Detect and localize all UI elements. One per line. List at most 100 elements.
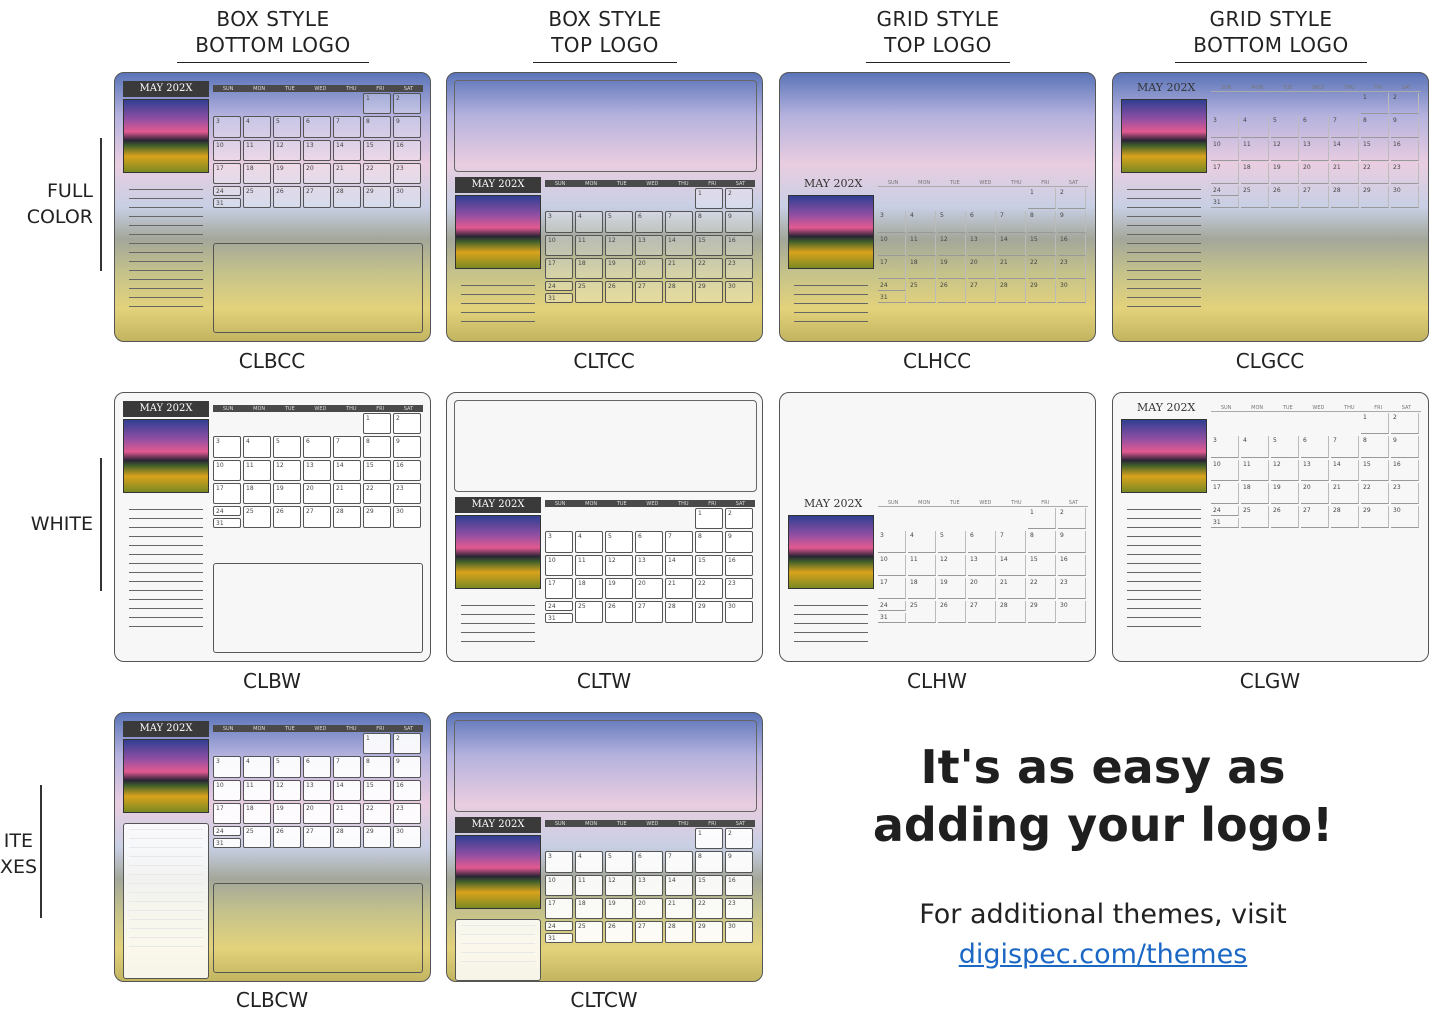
product-code-clgw: CLGW xyxy=(1239,669,1301,693)
calendar-card-clbw: MAY 202X SUN MON TUE WED THU FRI SAT 1 2 3 4 5 6 7 8 9 10… xyxy=(114,392,431,662)
weekday-label: MON xyxy=(253,85,266,92)
date-cell: 31 xyxy=(213,198,241,208)
date-cell: 22 xyxy=(1028,578,1056,600)
date-cell: 12 xyxy=(605,874,633,896)
date-cell: 2 xyxy=(1391,413,1419,435)
date-cell: 19 xyxy=(273,163,301,185)
date-cell: 22 xyxy=(695,258,723,280)
date-cell: 4 xyxy=(575,211,603,233)
note-lines xyxy=(1127,509,1201,635)
date-cell: 6 xyxy=(303,436,331,458)
note-line xyxy=(794,321,868,322)
date-cell: 2 xyxy=(1058,508,1086,530)
date-cell: 18 xyxy=(575,258,603,280)
date-cell: 11 xyxy=(243,459,271,481)
date-cell: 7 xyxy=(1331,116,1359,138)
date-cell: 23 xyxy=(1058,578,1086,600)
date-cell: 9 xyxy=(393,756,421,778)
row-rule-white-boxes xyxy=(40,785,42,918)
weekday-label: WED xyxy=(1312,405,1325,411)
date-cell: 15 xyxy=(363,139,391,161)
date-cell: 5 xyxy=(938,531,966,553)
note-lines xyxy=(129,509,203,635)
date-cell: 3 xyxy=(545,851,573,873)
note-line xyxy=(129,545,203,546)
date-cell: 25 xyxy=(575,921,603,943)
weekday-label: MON xyxy=(918,500,931,506)
date-cell: 13 xyxy=(968,234,996,256)
date-cell: 30 xyxy=(1391,506,1419,528)
weekday-label: WED xyxy=(979,180,992,186)
date-cell: 13 xyxy=(303,139,331,161)
weekday-label: TUE xyxy=(616,820,627,827)
date-cell: 10 xyxy=(1211,459,1239,481)
note-line xyxy=(461,294,535,295)
note-lines xyxy=(461,605,535,650)
weekday-label: THU xyxy=(346,725,357,732)
date-cell: 26 xyxy=(938,281,966,303)
date-cell: 8 xyxy=(363,436,391,458)
weekday-label: SAT xyxy=(1401,85,1412,91)
date-cell: 23 xyxy=(725,898,753,920)
note-line xyxy=(129,599,203,600)
date-cell: 25 xyxy=(243,506,271,528)
date-cell: 1 xyxy=(695,828,723,850)
weekday-label: FRI xyxy=(708,820,717,827)
date-cell: 4 xyxy=(575,851,603,873)
note-line xyxy=(129,306,203,307)
date-cell: 27 xyxy=(635,921,663,943)
date-cell: 16 xyxy=(393,779,421,801)
date-cell: 27 xyxy=(303,186,331,208)
date-cell: 21 xyxy=(998,258,1026,280)
date-cell: 3 xyxy=(213,436,241,458)
date-cell: 1 xyxy=(1028,508,1056,530)
weekday-label: TUE xyxy=(1282,85,1293,91)
weekday-label: WED xyxy=(314,725,327,732)
weekday-label: THU xyxy=(346,85,357,92)
date-cell: 13 xyxy=(303,459,331,481)
weekday-label: MON xyxy=(585,500,598,507)
note-lines xyxy=(794,285,868,330)
date-cell: 2 xyxy=(725,188,753,210)
note-line xyxy=(1127,198,1201,199)
note-line xyxy=(1127,527,1201,528)
date-cell: 24 xyxy=(213,186,241,196)
date-cell: 2 xyxy=(393,93,421,115)
date-cell: 29 xyxy=(363,826,391,848)
note-line xyxy=(461,632,535,633)
calendar-card-clhw: MAY 202X SUN MON TUE WED THU FRI SAT 1 2 3 4 5 6 7 8 9 10… xyxy=(779,392,1096,662)
date-cell: 23 xyxy=(393,163,421,185)
date-cell: 23 xyxy=(1391,483,1419,505)
date-cell: 6 xyxy=(303,756,331,778)
note-line xyxy=(129,617,203,618)
note-line xyxy=(1127,234,1201,235)
date-cell: 20 xyxy=(635,578,663,600)
date-cell: 1 xyxy=(695,508,723,530)
weekday-header: SUN MON TUE WED THU FRI SAT xyxy=(213,85,423,92)
weekday-label: FRI xyxy=(1374,405,1383,411)
date-cell: 10 xyxy=(545,554,573,576)
themes-link[interactable]: digispec.com/themes xyxy=(959,939,1248,970)
column-header-grid-bottom: GRID STYLE BOTTOM LOGO xyxy=(1113,6,1429,63)
date-cell: 28 xyxy=(333,186,361,208)
date-cell: 19 xyxy=(605,898,633,920)
date-cell: 20 xyxy=(968,578,996,600)
date-cell: 9 xyxy=(725,851,753,873)
promo-headline: It's as easy as adding your logo! xyxy=(872,740,1334,852)
note-line xyxy=(1127,207,1201,208)
date-cell: 19 xyxy=(1271,483,1299,505)
date-cell: 22 xyxy=(695,578,723,600)
date-cell: 26 xyxy=(605,921,633,943)
date-cell: 28 xyxy=(665,921,693,943)
date-cell: 30 xyxy=(725,921,753,943)
date-cell: 20 xyxy=(1301,483,1329,505)
note-line xyxy=(794,632,868,633)
date-cell: 8 xyxy=(695,851,723,873)
date-cell: 11 xyxy=(575,874,603,896)
date-cell: 27 xyxy=(635,281,663,303)
date-cell: 18 xyxy=(243,483,271,505)
weekday-label: MON xyxy=(918,180,931,186)
month-label: MAY 202X xyxy=(1137,81,1196,94)
date-cell: 9 xyxy=(1058,211,1086,233)
weekday-label: TUE xyxy=(1282,405,1293,411)
